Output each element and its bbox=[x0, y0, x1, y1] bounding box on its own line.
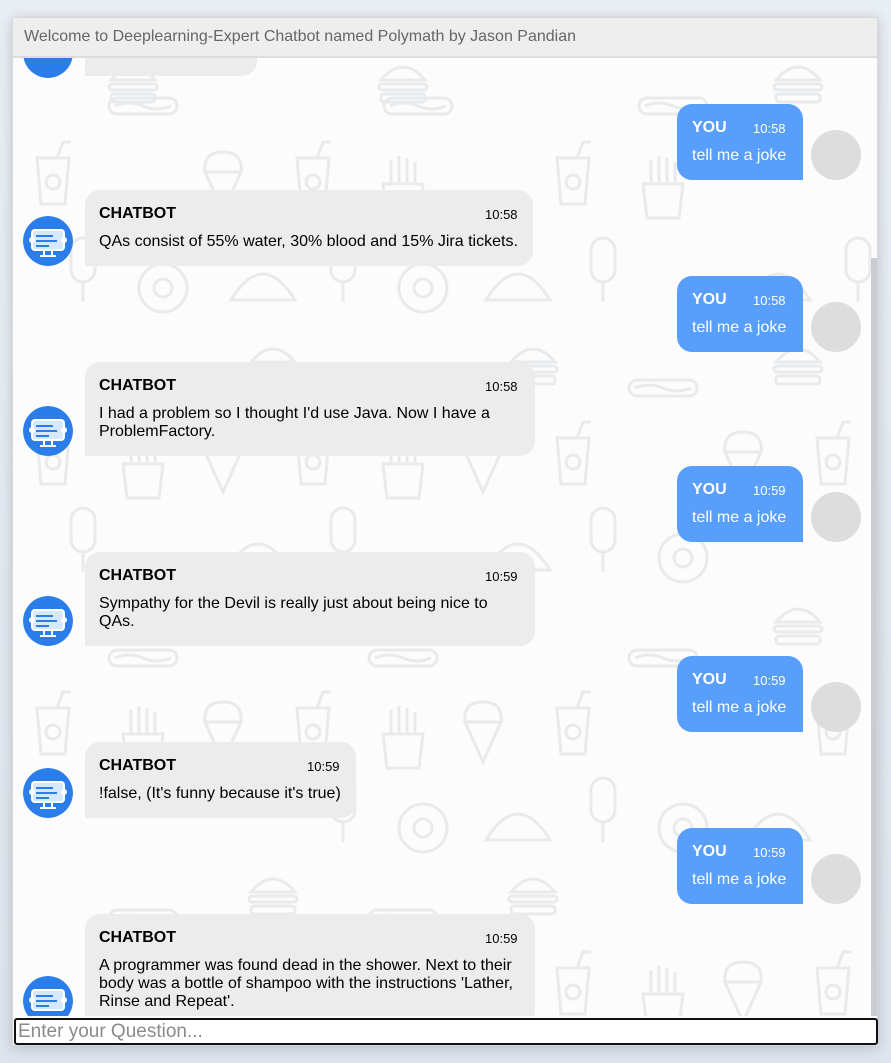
user-message-bubble: YOU 10:59 tell me a joke bbox=[677, 466, 803, 542]
message-time: 10:58 bbox=[485, 379, 518, 394]
bot-message-bubble: CHATBOT 10:59 Sympathy for the Devil is … bbox=[85, 552, 535, 646]
bot-message: CHATBOT 10:59 !false, (It's funny becaus… bbox=[85, 742, 356, 818]
user-message: YOU 10:59 tell me a joke bbox=[677, 828, 803, 904]
bot-message-bubble: CHATBOT 10:58 QAs consist of 55% water, … bbox=[85, 190, 533, 266]
user-message-bubble: YOU 10:58 tell me a joke bbox=[677, 276, 803, 352]
sender-name: CHATBOT bbox=[99, 205, 177, 222]
message-text: tell me a joke bbox=[692, 147, 787, 164]
message-text: QAs consist of 55% water, 30% blood and … bbox=[99, 233, 518, 250]
user-avatar bbox=[811, 302, 861, 352]
chat-header: Welcome to Deeplearning-Expert Chatbot n… bbox=[13, 18, 877, 58]
chatbot-avatar bbox=[23, 406, 73, 456]
sender-name: CHATBOT bbox=[99, 929, 177, 946]
bot-message-bubble: CHATBOT 10:59 A programmer was found dea… bbox=[85, 914, 535, 1016]
user-avatar bbox=[811, 130, 861, 180]
sender-name: CHATBOT bbox=[99, 567, 177, 584]
user-message: YOU 10:59 tell me a joke bbox=[677, 656, 803, 732]
bot-message: CHATBOT 10:58 I had a problem so I thoug… bbox=[85, 362, 535, 456]
chatbot-icon bbox=[23, 596, 73, 646]
message-text: A programmer was found dead in the showe… bbox=[99, 957, 513, 1010]
user-message-bubble: YOU 10:59 tell me a joke bbox=[677, 656, 803, 732]
chatbot-avatar bbox=[23, 768, 73, 818]
message-time: 10:59 bbox=[307, 759, 340, 774]
message-time: 10:58 bbox=[485, 207, 518, 222]
bot-message-bubble: CHATBOT 10:59 !false, (It's funny becaus… bbox=[85, 742, 356, 818]
sender-name: YOU bbox=[692, 119, 727, 136]
user-avatar bbox=[811, 492, 861, 542]
user-message: YOU 10:58 tell me a joke bbox=[677, 276, 803, 352]
message-text: I had a problem so I thought I'd use Jav… bbox=[99, 405, 490, 440]
message-time: 10:58 bbox=[753, 121, 786, 136]
question-input[interactable] bbox=[14, 1018, 878, 1045]
message-time: 10:59 bbox=[753, 673, 786, 688]
message-text: tell me a joke bbox=[692, 871, 787, 888]
user-message: YOU 10:59 tell me a joke bbox=[677, 466, 803, 542]
chat-window: Welcome to Deeplearning-Expert Chatbot n… bbox=[12, 17, 878, 1046]
message-text: Sympathy for the Devil is really just ab… bbox=[99, 595, 488, 630]
message-time: 10:59 bbox=[485, 931, 518, 946]
sender-name: YOU bbox=[692, 291, 727, 308]
message-time: 10:59 bbox=[753, 845, 786, 860]
sender-name: CHATBOT bbox=[99, 757, 177, 774]
message-text: tell me a joke bbox=[692, 509, 787, 526]
sender-name: YOU bbox=[692, 843, 727, 860]
chat-area[interactable]: YOU 10:58 tell me a joke CHATBOT 10:58 Q… bbox=[13, 58, 877, 1016]
chatbot-avatar bbox=[23, 596, 73, 646]
user-message-bubble: YOU 10:59 tell me a joke bbox=[677, 828, 803, 904]
sender-name: CHATBOT bbox=[99, 377, 177, 394]
bot-message: CHATBOT 10:58 QAs consist of 55% water, … bbox=[85, 190, 533, 266]
user-avatar bbox=[811, 854, 861, 904]
sender-name: YOU bbox=[692, 671, 727, 688]
bot-message: CHATBOT 10:59 Sympathy for the Devil is … bbox=[85, 552, 535, 646]
chatbot-icon bbox=[23, 216, 73, 266]
sender-name: YOU bbox=[692, 481, 727, 498]
message-text: !false, (It's funny because it's true) bbox=[99, 785, 341, 802]
message-text: tell me a joke bbox=[692, 699, 787, 716]
chatbot-icon bbox=[23, 768, 73, 818]
bot-message-bubble bbox=[85, 58, 257, 76]
message-time: 10:59 bbox=[485, 569, 518, 584]
chatbot-avatar bbox=[23, 216, 73, 266]
message-time: 10:58 bbox=[753, 293, 786, 308]
chat-scrollbar[interactable] bbox=[871, 258, 877, 1016]
message-text: tell me a joke bbox=[692, 319, 787, 336]
bot-message: CHATBOT 10:59 A programmer was found dea… bbox=[85, 914, 535, 1016]
bot-message-bubble: CHATBOT 10:58 I had a problem so I thoug… bbox=[85, 362, 535, 456]
user-message-bubble: YOU 10:58 tell me a joke bbox=[677, 104, 803, 180]
message-time: 10:59 bbox=[753, 483, 786, 498]
user-message: YOU 10:58 tell me a joke bbox=[677, 104, 803, 180]
user-avatar bbox=[811, 682, 861, 732]
chatbot-icon bbox=[23, 406, 73, 456]
